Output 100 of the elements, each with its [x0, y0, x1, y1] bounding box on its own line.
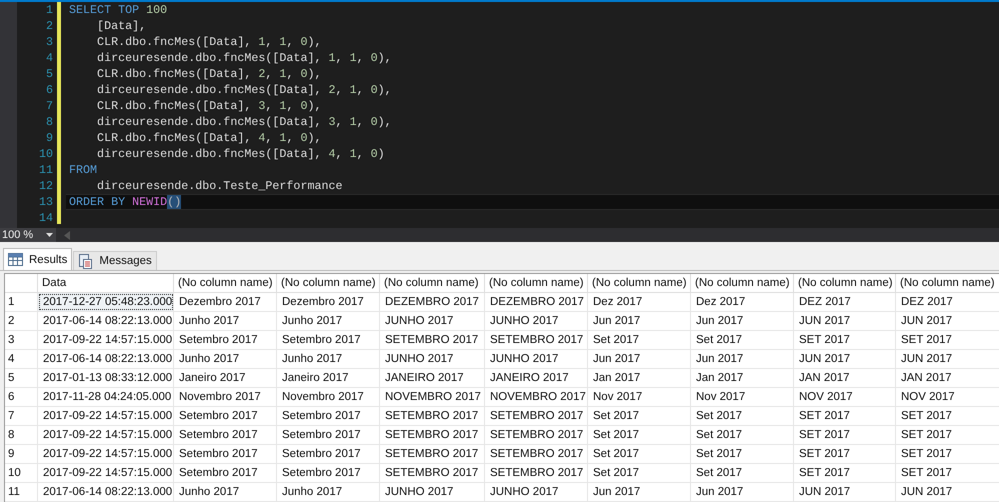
- line-number: 10: [38, 146, 53, 162]
- column-header[interactable]: (No column name): [485, 274, 588, 292]
- code-line: CLR.dbo.fncMes([Data], 2, 1, 0),: [96, 67, 322, 81]
- code-line: dirceuresende.dbo.Teste_Performance: [96, 179, 343, 193]
- table-cell: JUNHO 2017: [380, 483, 485, 501]
- grid-icon: [8, 253, 23, 266]
- table-cell: SET 2017: [794, 426, 896, 444]
- table-cell: NOVEMBRO 2017: [380, 388, 485, 406]
- table-cell: DEZ 2017: [896, 293, 999, 311]
- table-cell: DEZEMBRO 2017: [380, 293, 485, 311]
- table-cell: Junho 2017: [277, 483, 380, 501]
- table-cell: Junho 2017: [174, 312, 277, 330]
- table-cell: SETEMBRO 2017: [380, 445, 485, 463]
- table-cell: JANEIRO 2017: [485, 369, 588, 387]
- zoom-dropdown[interactable]: 100 %: [0, 228, 56, 242]
- line-number: 3: [44, 34, 53, 50]
- code-editor[interactable]: [0, 0, 999, 228]
- table-cell: Junho 2017: [277, 312, 380, 330]
- table-cell: Jan 2017: [588, 369, 691, 387]
- caret-icon: [46, 233, 53, 237]
- row-number: 2: [5, 312, 38, 330]
- table-cell: Jan 2017: [691, 369, 794, 387]
- column-header[interactable]: (No column name): [896, 274, 999, 292]
- table-cell: Novembro 2017: [174, 388, 277, 406]
- table-cell: SET 2017: [794, 331, 896, 349]
- table-cell: Set 2017: [691, 445, 794, 463]
- table-cell: Setembro 2017: [174, 407, 277, 425]
- table-cell: 2017-06-14 08:22:13.000: [38, 312, 174, 330]
- code-line: CLR.dbo.fncMes([Data], 4, 1, 0),: [96, 131, 322, 145]
- column-header[interactable]: Data: [38, 274, 174, 292]
- table-cell: Setembro 2017: [277, 331, 380, 349]
- table-cell: JAN 2017: [896, 369, 999, 387]
- table-cell: Jun 2017: [588, 483, 691, 501]
- table-cell: SETEMBRO 2017: [380, 407, 485, 425]
- table-cell: SETEMBRO 2017: [485, 407, 588, 425]
- table-cell: SETEMBRO 2017: [380, 331, 485, 349]
- table-cell: SET 2017: [794, 407, 896, 425]
- table-cell: Dez 2017: [588, 293, 691, 311]
- table-cell: Setembro 2017: [174, 331, 277, 349]
- code-line: ORDER BY NEWID(): [69, 195, 182, 209]
- table-cell: NOV 2017: [896, 388, 999, 406]
- results-tab[interactable]: Messages: [73, 251, 157, 270]
- table-cell: JUNHO 2017: [380, 350, 485, 368]
- line-number: 1: [44, 2, 53, 18]
- column-header[interactable]: (No column name): [691, 274, 794, 292]
- table-cell: Set 2017: [588, 426, 691, 444]
- table-cell: Junho 2017: [174, 483, 277, 501]
- line-number: 8: [44, 114, 53, 130]
- table-cell: SETEMBRO 2017: [485, 464, 588, 482]
- table-cell: JUNHO 2017: [485, 483, 588, 501]
- line-number: 13: [38, 194, 53, 210]
- table-cell: JUN 2017: [794, 483, 896, 501]
- column-header[interactable]: (No column name): [794, 274, 896, 292]
- column-header[interactable]: (No column name): [277, 274, 380, 292]
- column-header[interactable]: (No column name): [174, 274, 277, 292]
- line-number: 6: [44, 82, 53, 98]
- row-number: 10: [5, 464, 38, 482]
- code-line: SELECT TOP 100: [69, 3, 168, 17]
- table-cell: 2017-06-14 08:22:13.000: [38, 483, 174, 501]
- table-cell: Setembro 2017: [174, 426, 277, 444]
- table-cell: JANEIRO 2017: [380, 369, 485, 387]
- code-line: dirceuresende.dbo.fncMes([Data], 4, 1, 0): [96, 147, 385, 161]
- table-cell: SET 2017: [896, 445, 999, 463]
- table-cell: SETEMBRO 2017: [485, 331, 588, 349]
- table-cell: JUN 2017: [896, 312, 999, 330]
- code-line: dirceuresende.dbo.fncMes([Data], 2, 1, 0),: [96, 83, 392, 97]
- table-cell: SETEMBRO 2017: [380, 426, 485, 444]
- column-header[interactable]: (No column name): [380, 274, 485, 292]
- row-number: 9: [5, 445, 38, 463]
- line-number: 2: [44, 18, 53, 34]
- table-cell: SETEMBRO 2017: [485, 445, 588, 463]
- table-cell: JUN 2017: [896, 350, 999, 368]
- table-cell: NOVEMBRO 2017: [485, 388, 588, 406]
- table-cell: SETEMBRO 2017: [380, 464, 485, 482]
- table-cell: JUNHO 2017: [485, 312, 588, 330]
- table-cell: 2017-06-14 08:22:13.000: [38, 350, 174, 368]
- table-cell: JUN 2017: [896, 483, 999, 501]
- row-number: 5: [5, 369, 38, 387]
- table-cell: Set 2017: [588, 464, 691, 482]
- table-cell: Junho 2017: [277, 350, 380, 368]
- table-cell: DEZEMBRO 2017: [485, 293, 588, 311]
- column-header[interactable]: (No column name): [588, 274, 691, 292]
- table-cell: 2017-09-22 14:57:15.000: [38, 331, 174, 349]
- table-cell: Dez 2017: [691, 293, 794, 311]
- table-cell: Junho 2017: [174, 350, 277, 368]
- table-cell: Nov 2017: [691, 388, 794, 406]
- table-cell: Setembro 2017: [277, 445, 380, 463]
- table-cell: Jun 2017: [691, 483, 794, 501]
- code-line: CLR.dbo.fncMes([Data], 3, 1, 0),: [96, 99, 322, 113]
- table-cell: Dezembro 2017: [277, 293, 380, 311]
- row-number: 11: [5, 483, 38, 501]
- table-cell: Setembro 2017: [277, 426, 380, 444]
- table-cell: JUN 2017: [794, 312, 896, 330]
- table-cell: Set 2017: [588, 331, 691, 349]
- row-number: 3: [5, 331, 38, 349]
- code-line: dirceuresende.dbo.fncMes([Data], 3, 1, 0),: [96, 115, 392, 129]
- table-cell: SET 2017: [794, 464, 896, 482]
- results-tab[interactable]: Results: [3, 248, 72, 270]
- line-number: 11: [38, 162, 53, 178]
- table-cell: DEZ 2017: [794, 293, 896, 311]
